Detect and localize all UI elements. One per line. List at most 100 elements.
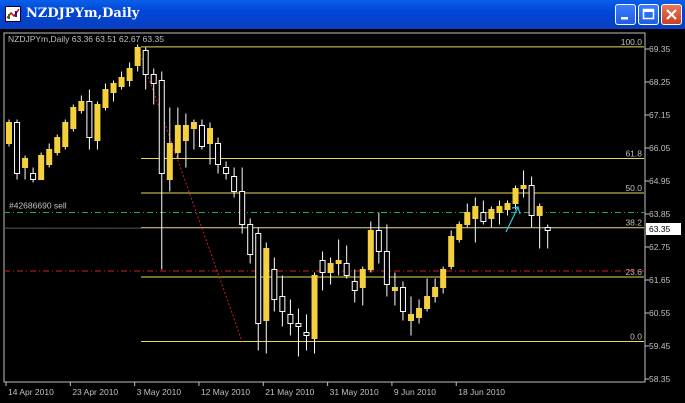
bullish-candle	[456, 224, 463, 240]
bullish-candle	[6, 122, 12, 144]
bearish-candle	[150, 74, 157, 84]
bearish-candle	[158, 80, 165, 174]
bearish-candle	[215, 143, 222, 165]
bullish-candle	[520, 185, 527, 189]
bearish-candle	[142, 50, 149, 75]
bearish-candle	[198, 125, 205, 147]
close-button[interactable]	[661, 4, 682, 25]
bullish-candle	[54, 137, 61, 153]
bearish-candle	[303, 332, 310, 336]
maximize-button[interactable]	[638, 4, 659, 25]
bullish-candle	[448, 236, 455, 267]
bullish-candle	[94, 104, 101, 141]
y-tick-label: 66.05	[649, 143, 671, 153]
y-tick-label: 59.45	[649, 341, 671, 351]
bullish-candle	[207, 128, 213, 144]
bearish-candle	[223, 167, 230, 174]
chart-frame	[3, 32, 646, 383]
y-tick-label: 63.85	[649, 209, 671, 219]
bullish-candle	[182, 125, 189, 141]
bullish-candle	[38, 155, 45, 180]
bullish-candle	[311, 275, 318, 339]
minimize-button[interactable]	[615, 4, 636, 25]
bearish-candle	[14, 122, 21, 174]
bullish-candle	[78, 101, 85, 111]
y-tick-label: 62.75	[649, 242, 671, 252]
bearish-candle	[544, 227, 551, 231]
bullish-candle	[432, 287, 439, 297]
chart-window-icon	[5, 6, 21, 22]
bullish-candle	[391, 287, 398, 291]
bearish-candle	[239, 191, 246, 225]
bullish-candle	[174, 125, 181, 153]
bullish-candle	[512, 188, 519, 204]
x-tick-label: 9 Jun 2010	[394, 387, 436, 397]
bearish-candle	[231, 176, 238, 192]
bearish-candle	[343, 263, 350, 276]
fib-level-label: 100.0	[621, 37, 643, 47]
fib-level-label: 61.8	[625, 149, 642, 159]
bullish-candle	[416, 308, 423, 318]
x-tick-label: 23 Apr 2010	[72, 387, 118, 397]
bullish-candle	[46, 149, 53, 165]
bearish-candle	[375, 230, 382, 252]
bullish-candle	[166, 143, 173, 180]
price-chart[interactable]: NZDJPYm,Daily 63.36 63.51 62.67 63.35 69…	[0, 29, 685, 403]
bullish-candle	[70, 107, 77, 129]
bullish-candle	[190, 122, 197, 129]
bearish-candle	[287, 314, 294, 324]
bullish-candle	[110, 83, 117, 93]
order-label: #42686690 sell	[9, 201, 67, 211]
current-price-label: 63.35	[649, 224, 671, 234]
y-tick-label: 60.55	[649, 308, 671, 318]
bullish-candle	[496, 206, 503, 213]
bullish-candle	[327, 263, 334, 273]
bullish-candle	[335, 260, 342, 264]
fib-level-label: 50.0	[625, 183, 642, 193]
bullish-candle	[367, 230, 374, 270]
bullish-candle	[22, 158, 29, 168]
bullish-candle	[263, 248, 270, 321]
maximize-icon	[642, 8, 655, 20]
fib-level-label: 23.6	[625, 267, 642, 277]
bullish-candle	[488, 209, 495, 219]
window-title: NZDJPYm,Daily	[26, 6, 140, 21]
bullish-candle	[62, 122, 69, 147]
y-tick-label: 58.35	[649, 374, 671, 384]
bullish-candle	[536, 206, 543, 216]
x-tick-label: 14 Apr 2010	[8, 387, 54, 397]
x-tick-label: 21 May 2010	[265, 387, 314, 397]
bearish-candle	[399, 287, 406, 312]
bullish-candle	[118, 77, 125, 87]
fib-level-label: 38.2	[625, 218, 642, 228]
bullish-candle	[504, 203, 511, 210]
y-tick-label: 69.35	[649, 44, 671, 54]
bearish-candle	[255, 233, 262, 324]
bearish-candle	[271, 269, 278, 300]
bearish-candle	[383, 251, 390, 285]
bearish-candle	[528, 185, 535, 216]
x-tick-label: 3 May 2010	[137, 387, 182, 397]
minimize-icon	[621, 17, 628, 20]
x-tick-label: 18 Jun 2010	[458, 387, 505, 397]
title-bar[interactable]: NZDJPYm,Daily	[0, 0, 685, 29]
y-tick-label: 61.65	[649, 275, 671, 285]
bullish-candle	[359, 269, 366, 288]
bullish-candle	[424, 296, 431, 309]
x-tick-label: 31 May 2010	[330, 387, 379, 397]
fib-level-label: 0.0	[630, 332, 642, 342]
x-tick-label: 12 May 2010	[201, 387, 250, 397]
bullish-candle	[126, 68, 133, 81]
bullish-candle	[134, 47, 141, 66]
y-tick-label: 67.15	[649, 110, 671, 120]
mt4-chart-window: NZDJPYm,Daily NZDJPYm,Daily 63.36 63.51 …	[0, 0, 685, 403]
close-icon	[666, 9, 677, 20]
bearish-candle	[319, 260, 326, 273]
bearish-candle	[247, 224, 254, 255]
y-tick-label: 68.25	[649, 77, 671, 87]
chart-header: NZDJPYm,Daily 63.36 63.51 62.67 63.35	[8, 34, 164, 44]
bearish-candle	[86, 101, 93, 138]
bearish-candle	[480, 212, 487, 222]
y-tick-label: 64.95	[649, 176, 671, 186]
bullish-candle	[440, 269, 447, 288]
